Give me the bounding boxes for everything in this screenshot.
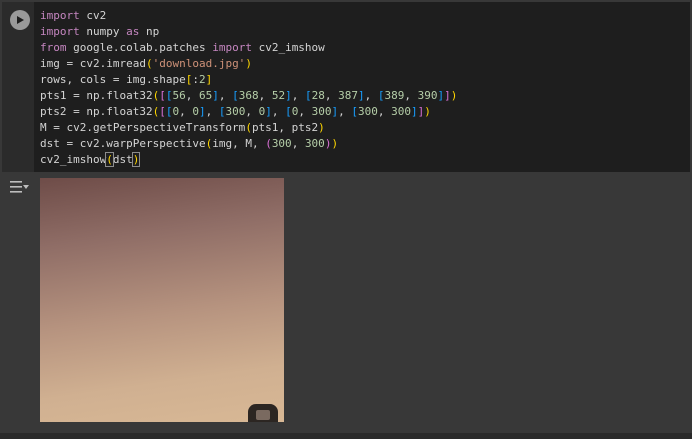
- code-line-2: import numpy as np: [40, 25, 160, 38]
- output-toggle-button[interactable]: [8, 178, 30, 196]
- code-line-5: rows, cols = img.shape[:2]: [40, 73, 213, 86]
- code-line-8: M = cv2.getPerspectiveTransform(pts1, pt…: [40, 121, 325, 134]
- bottom-scrollbar[interactable]: [0, 433, 692, 439]
- code-line-1: import cv2: [40, 9, 107, 22]
- code-editor[interactable]: import cv2 import numpy as np from googl…: [34, 2, 690, 172]
- cell-output: [0, 172, 692, 433]
- code-line-9: dst = cv2.warpPerspective(img, M, (300, …: [40, 137, 339, 150]
- notebook-code-cell: import cv2 import numpy as np from googl…: [0, 0, 692, 433]
- code-line-4: img = cv2.imread('download.jpg'): [40, 57, 252, 70]
- play-icon: [17, 16, 24, 24]
- code-line-3: from google.colab.patches import cv2_ims…: [40, 41, 325, 54]
- cell-gutter: [2, 2, 34, 172]
- image-object: [248, 404, 278, 422]
- run-cell-button[interactable]: [10, 10, 30, 30]
- code-line-6: pts1 = np.float32([[56, 65], [368, 52], …: [40, 89, 458, 102]
- code-line-7: pts2 = np.float32([[0, 0], [300, 0], [0,…: [40, 105, 431, 118]
- output-toggle-icon: [10, 181, 29, 193]
- code-line-10: cv2_imshow(dst): [40, 152, 141, 167]
- output-image: [40, 178, 284, 422]
- code-text[interactable]: import cv2 import numpy as np from googl…: [40, 8, 457, 168]
